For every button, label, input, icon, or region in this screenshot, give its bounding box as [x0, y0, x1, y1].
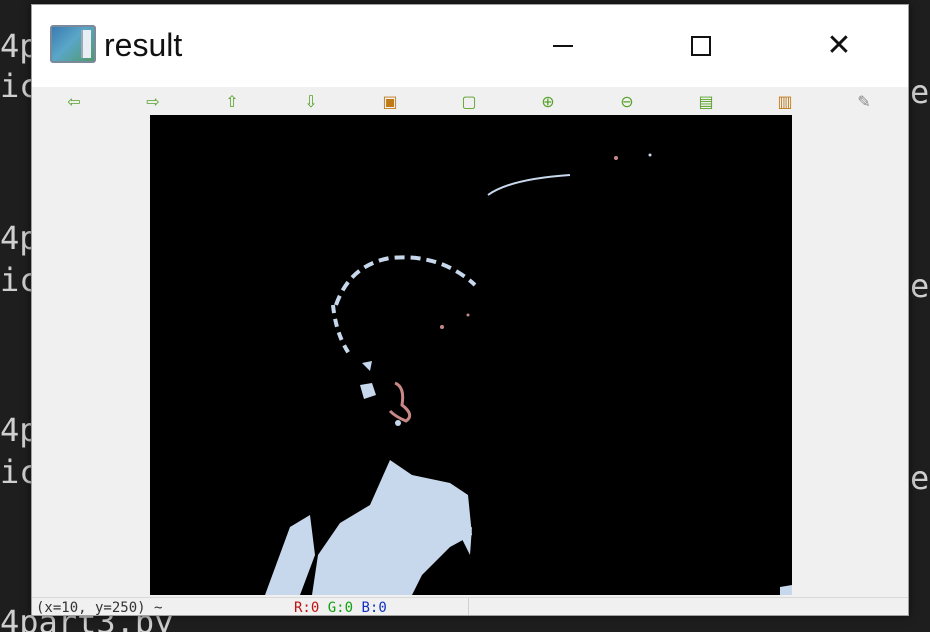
- copy-button[interactable]: ▥: [774, 91, 796, 113]
- zoom-in-button[interactable]: ⊕: [537, 91, 559, 113]
- pan-right-button[interactable]: ⇨: [142, 91, 164, 113]
- status-pixel-value: R:0 G:0 B:0: [294, 600, 387, 616]
- zoom-image-icon: ▢: [461, 92, 477, 111]
- status-b: B:0: [361, 600, 387, 616]
- terminal-line-right-1: e: [910, 73, 930, 111]
- status-coordinates: (x=10, y=250) ~: [36, 600, 163, 616]
- clipboard-icon: ▥: [777, 92, 793, 111]
- properties-button[interactable]: ✎: [853, 91, 875, 113]
- status-g: G:0: [327, 600, 354, 616]
- save-icon: ▤: [698, 92, 714, 111]
- status-r: R:0: [294, 600, 320, 616]
- terminal-line-right-2: e: [910, 267, 930, 305]
- result-image: [150, 115, 792, 595]
- zoom-fit-button[interactable]: ▣: [379, 91, 401, 113]
- close-button[interactable]: ✕: [770, 5, 908, 87]
- zoom-in-icon: ⊕: [541, 92, 555, 111]
- zoom-original-button[interactable]: ▢: [458, 91, 480, 113]
- title-bar[interactable]: result ✕: [32, 5, 908, 87]
- image-canvas[interactable]: [150, 115, 792, 595]
- zoom-out-button[interactable]: ⊖: [616, 91, 638, 113]
- arrow-right-icon: ⇨: [146, 92, 160, 111]
- status-bar: (x=10, y=250) ~ R:0 G:0 B:0: [32, 597, 908, 616]
- pan-up-button[interactable]: ⇧: [221, 91, 243, 113]
- arrow-left-icon: ⇦: [67, 92, 81, 111]
- minimize-button[interactable]: [494, 5, 632, 87]
- maximize-button[interactable]: [632, 5, 770, 87]
- image-icon: ▣: [382, 92, 398, 111]
- image-viewer-app-icon: [50, 25, 96, 63]
- toolbar: ⇦ ⇨ ⇧ ⇩ ▣ ▢ ⊕ ⊖ ▤ ▥ ✎: [32, 87, 908, 115]
- minimize-icon: [553, 45, 573, 47]
- pan-down-button[interactable]: ⇩: [300, 91, 322, 113]
- pan-left-button[interactable]: ⇦: [63, 91, 85, 113]
- status-divider: [468, 598, 469, 615]
- arrow-down-icon: ⇩: [304, 92, 318, 111]
- maximize-icon: [691, 36, 711, 56]
- arrow-up-icon: ⇧: [225, 92, 239, 111]
- window-title: result: [104, 27, 183, 63]
- image-viewer-window: result ✕ ⇦ ⇨ ⇧ ⇩ ▣ ▢ ⊕ ⊖ ▤ ▥ ✎ (x=10, y=…: [31, 4, 909, 616]
- save-button[interactable]: ▤: [695, 91, 717, 113]
- terminal-line-right-3: e: [910, 459, 930, 497]
- close-icon: ✕: [826, 28, 852, 63]
- zoom-out-icon: ⊖: [620, 92, 634, 111]
- brush-icon: ✎: [857, 92, 871, 111]
